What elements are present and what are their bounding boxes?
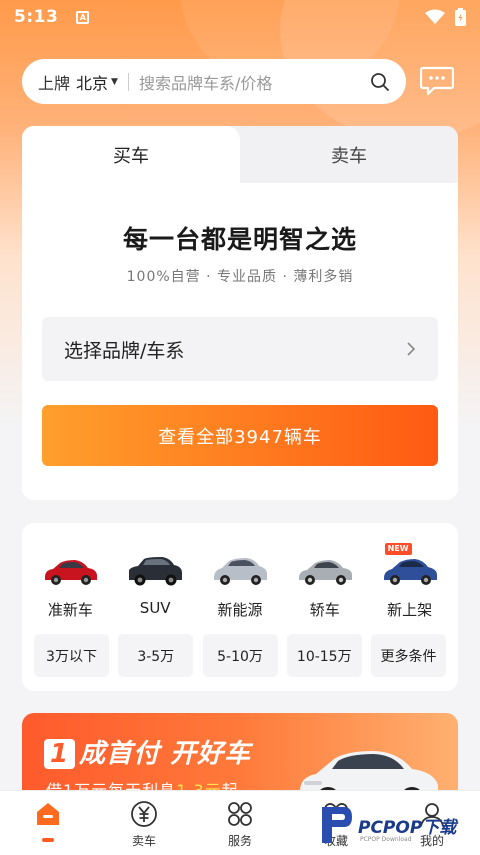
tab-buy-car[interactable]: 买车	[22, 126, 240, 183]
new-badge: NEW	[384, 543, 412, 555]
car-image	[383, 559, 437, 585]
search-divider	[127, 72, 129, 91]
nav-home[interactable]	[0, 791, 96, 855]
status-time: 5:13	[14, 7, 59, 27]
car-image	[45, 560, 98, 585]
category-card: 准新车 SUV 新能源 轿车 NEW 新上架 3万以下 3-5万 5-10万 1…	[22, 523, 458, 691]
active-indicator	[42, 838, 54, 842]
nav-label: 服务	[227, 834, 252, 848]
brand-select-label: 选择品牌/车系	[64, 339, 185, 362]
watermark-subtext: PCPOP Download	[360, 836, 412, 843]
yuan-icon	[131, 801, 157, 827]
category-label: SUV	[139, 599, 171, 617]
tab-bar: 买车 卖车	[22, 126, 458, 183]
caret-down-icon[interactable]: ▼	[111, 77, 118, 87]
nav-label: 卖车	[131, 834, 156, 848]
category-new-arrival[interactable]: NEW 新上架	[370, 543, 450, 620]
car-image	[298, 560, 352, 585]
grid-icon	[228, 802, 252, 826]
banner-title-text: 成首付 开好车	[79, 739, 252, 769]
category-label: 新上架	[387, 601, 433, 619]
buy-sell-card: 买车 卖车 每一台都是明智之选 100%自营 · 专业品质 · 薄利多销 选择品…	[22, 126, 458, 500]
watermark-logo-icon	[322, 807, 352, 843]
watermark: PCPOP下载 PCPOP Download	[318, 800, 478, 850]
search-icon[interactable]	[370, 72, 390, 92]
subline: 100%自营 · 专业品质 · 薄利多销	[126, 269, 354, 285]
car-image	[213, 558, 267, 585]
category-row: 准新车 SUV 新能源 轿车 NEW 新上架	[22, 543, 458, 620]
plate-prefix: 上牌	[38, 73, 71, 93]
watermark-text: PCPOP下载	[358, 817, 457, 838]
category-suv[interactable]: SUV	[115, 543, 195, 620]
banner-title: 1 成首付 开好车	[44, 733, 251, 770]
search-input[interactable]: 搜索品牌车系/价格	[139, 70, 370, 94]
search-bar[interactable]: 上牌 北京 ▼ 搜索品牌车系/价格	[22, 59, 406, 104]
price-chip-10-15w[interactable]: 10-15万	[286, 634, 362, 677]
message-icon[interactable]	[420, 66, 454, 96]
nav-sell-car[interactable]: 卖车	[96, 791, 192, 855]
category-label: 新能源	[217, 601, 263, 619]
brand-series-selector[interactable]: 选择品牌/车系	[42, 317, 438, 381]
banner-title-number: 1	[44, 739, 76, 769]
price-range-row: 3万以下 3-5万 5-10万 10-15万 更多条件	[34, 634, 446, 677]
view-all-cars-button[interactable]: 查看全部3947辆车	[42, 405, 438, 466]
price-chip-3-5w[interactable]: 3-5万	[118, 634, 194, 677]
chevron-right-icon	[407, 342, 416, 356]
price-chip-5-10w[interactable]: 5-10万	[202, 634, 278, 677]
tab-sell-car[interactable]: 卖车	[240, 126, 458, 183]
category-label: 准新车	[47, 601, 93, 619]
battery-icon	[455, 8, 466, 26]
category-near-new[interactable]: 准新车	[30, 543, 110, 620]
car-image	[129, 557, 183, 586]
notification-icon: A	[76, 10, 90, 24]
home-icon	[37, 803, 59, 825]
price-chip-more-filters[interactable]: 更多条件	[371, 634, 446, 677]
category-new-energy[interactable]: 新能源	[200, 543, 280, 620]
category-label: 轿车	[309, 601, 340, 619]
headline: 每一台都是明智之选	[122, 225, 357, 254]
city-selector[interactable]: 北京	[76, 70, 108, 94]
wifi-icon	[425, 9, 445, 24]
category-sedan[interactable]: 轿车	[285, 543, 365, 620]
status-bar: 5:13 A	[0, 0, 480, 34]
nav-service[interactable]: 服务	[192, 791, 288, 855]
price-chip-under-3w[interactable]: 3万以下	[34, 634, 109, 677]
